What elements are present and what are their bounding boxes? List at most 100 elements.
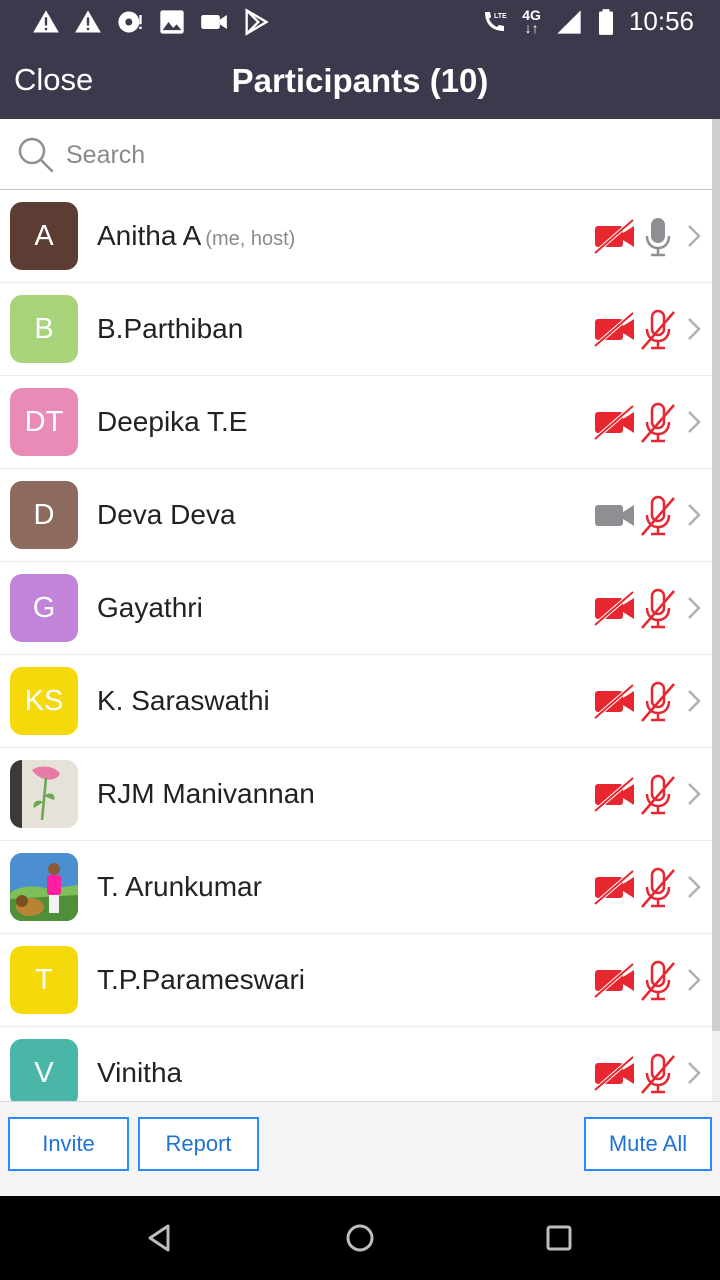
video-off-icon [593,404,635,440]
participant-name: B.Parthiban [97,313,243,345]
avatar: T [10,946,78,1014]
participant-role-tag: (me, host) [205,228,296,250]
report-button[interactable]: Report [138,1117,259,1171]
system-status: LTE 4G ↓↑ 10:56 [480,6,694,37]
warning-icon [75,10,101,33]
warning-icon [33,10,59,33]
flower-drawing-avatar-icon [10,760,78,828]
video-off-icon [593,311,635,347]
participant-name: K. Saraswathi [97,685,270,717]
video-off-icon [593,962,635,998]
avatar [10,853,78,921]
person-photo-avatar-icon [10,853,78,921]
participant-name: T.P.Parameswari [97,964,305,996]
participant-row[interactable]: D Deva Deva [0,469,712,562]
chevron-right-icon [688,225,701,247]
chevron-right-icon [688,504,701,526]
chevron-right-icon [688,411,701,433]
participant-name-text: RJM Manivannan [97,778,315,809]
participant-name-text: B.Parthiban [97,313,244,344]
signal-icon [557,9,581,34]
participant-name-text: Anitha A [97,220,202,251]
mic-muted-icon [641,774,675,815]
video-off-icon [593,869,635,905]
search-icon [18,137,54,173]
participant-row[interactable]: G Gayathri [0,562,712,655]
participant-name-text: Deepika T.E [97,406,248,437]
participant-name-text: Gayathri [97,592,203,623]
participant-name-text: T.P.Parameswari [97,964,306,995]
back-icon[interactable] [138,1216,182,1260]
chevron-right-icon [688,783,701,805]
video-off-icon [593,590,635,626]
mute-all-button[interactable]: Mute All [584,1117,712,1171]
participant-name: RJM Manivannan [97,778,315,810]
avatar: D [10,481,78,549]
image-icon [160,10,184,34]
mic-muted-icon [641,1053,675,1094]
mic-muted-icon [641,402,675,443]
chevron-right-icon [688,318,701,340]
play-store-icon [245,8,269,36]
avatar: B [10,295,78,363]
page-title: Participants (10) [231,62,489,99]
video-off-icon [593,1055,635,1091]
participant-row[interactable]: T T.P.Parameswari [0,934,712,1027]
participant-row[interactable]: RJM Manivannan [0,748,712,841]
participant-name: Deepika T.E [97,406,247,438]
scrollbar-thumb[interactable] [712,119,720,1031]
mic-muted-icon [641,681,675,722]
participant-row[interactable]: T. Arunkumar [0,841,712,934]
participant-name: Anitha A (me, host) [97,220,295,252]
mic-muted-icon [641,309,675,350]
avatar: DT [10,388,78,456]
clock: 10:56 [628,6,694,36]
search-bar [0,119,712,190]
app-header: Close Participants (10) [0,44,720,119]
chevron-right-icon [688,876,701,898]
avatar: KS [10,667,78,735]
participant-row[interactable]: A Anitha A (me, host) [0,190,712,283]
network-indicator: 4G ↓↑ [522,8,541,36]
mic-muted-icon [641,495,675,536]
chevron-right-icon [688,690,701,712]
participant-name: Vinitha [97,1057,182,1089]
video-off-icon [593,683,635,719]
system-nav-bar [0,1196,720,1280]
participant-row[interactable]: KS K. Saraswathi [0,655,712,748]
battery-icon [598,8,613,35]
avatar: G [10,574,78,642]
action-bar: Invite Report Mute All [0,1101,720,1196]
chevron-right-icon [688,1062,701,1084]
avatar: V [10,1039,78,1101]
avatar: A [10,202,78,270]
status-bar: LTE 4G ↓↑ 10:56 [0,0,720,44]
home-icon[interactable] [338,1216,382,1260]
network-arrows: ↓↑ [524,19,539,36]
participant-name-text: T. Arunkumar [97,871,262,902]
video-off-icon [593,218,635,254]
mic-muted-icon [641,867,675,908]
recents-icon[interactable] [537,1216,581,1260]
participant-name: T. Arunkumar [97,871,262,903]
chevron-right-icon [688,969,701,991]
participant-name-text: Vinitha [97,1057,183,1088]
participant-row[interactable]: V Vinitha [0,1027,712,1101]
invite-button[interactable]: Invite [8,1117,129,1171]
notification-icons [32,8,270,36]
search-input[interactable] [66,133,666,177]
avatar [10,760,78,828]
lte-label: LTE [494,13,507,20]
participant-list: A Anitha A (me, host) B B.Parthiban DT Deepika… [0,190,712,1101]
mic-muted-icon [641,960,675,1001]
participant-row[interactable]: B B.Parthiban [0,283,712,376]
alert-disc-icon [118,11,142,33]
video-icon [201,15,227,29]
chevron-right-icon [688,597,701,619]
video-off-icon [593,776,635,812]
participant-name-text: K. Saraswathi [97,685,270,716]
lte-call-icon: LTE [485,11,507,31]
video-on-icon [595,505,634,526]
mic-muted-icon [641,588,675,629]
participant-row[interactable]: DT Deepika T.E [0,376,712,469]
